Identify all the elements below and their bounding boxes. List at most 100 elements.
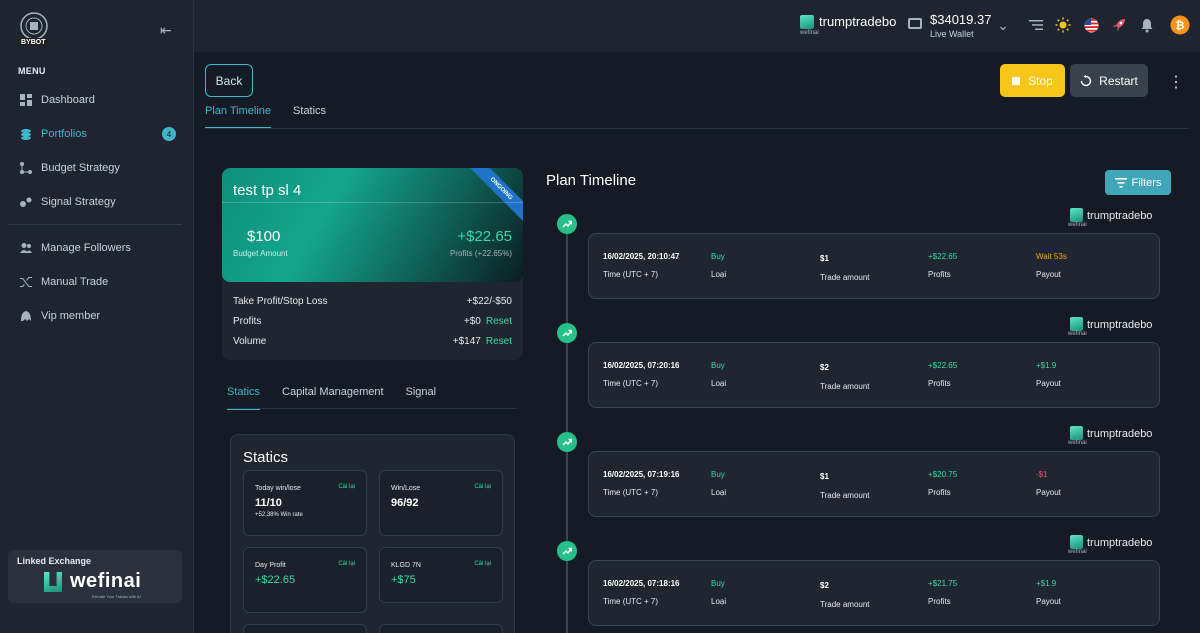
timeline-username: trumptradebo <box>1087 537 1153 549</box>
stop-button[interactable]: Stop <box>1000 64 1065 97</box>
sidebar-item-portfolios[interactable]: Portfolios 4 <box>20 127 180 141</box>
wefinai-logo-icon <box>1070 208 1083 222</box>
trade-profit-label: Profits <box>928 270 951 279</box>
stat-reset-button[interactable]: Cài lại <box>474 561 491 567</box>
sidebar-item-label: Budget Strategy <box>41 162 120 174</box>
theme-sun-icon[interactable] <box>1054 16 1072 34</box>
collapse-sidebar-icon[interactable]: ⇤ <box>160 22 172 39</box>
timeline-username: trumptradebo <box>1087 210 1153 222</box>
back-button[interactable]: Back <box>205 64 253 97</box>
main-content: Back Stop Restart ⋮ Plan Timeline Static… <box>194 52 1200 633</box>
timeline-username: trumptradebo <box>1087 319 1153 331</box>
chevron-down-icon[interactable]: ⌄ <box>994 16 1012 34</box>
trade-type-label: Loại <box>711 379 727 388</box>
trade-amount: $2 <box>820 581 829 590</box>
sidebar-item-vip-member[interactable]: Vip member <box>20 310 180 322</box>
tab-plan-timeline[interactable]: Plan Timeline <box>205 105 272 129</box>
timeline-user: wefinai trumptradebo <box>1068 317 1153 337</box>
reset-volume-button[interactable]: Reset <box>486 336 512 347</box>
trade-time-label: Time (UTC + 7) <box>603 379 659 388</box>
wallet-icon <box>908 18 922 29</box>
plan-row-label: Volume <box>233 336 267 347</box>
trade-datetime: 16/02/2025, 07:19:16 <box>603 470 680 479</box>
trade-card[interactable]: 16/02/2025, 07:19:16 Time (UTC + 7) Buy Loạ… <box>588 451 1160 517</box>
us-flag-icon[interactable] <box>1082 16 1100 34</box>
timeline-title: Plan Timeline <box>546 172 637 189</box>
trade-type-label: Loại <box>711 597 727 606</box>
linked-exchange-card[interactable]: Linked Exchange wefinai Elevate Your Tra… <box>8 550 182 603</box>
vip-icon <box>21 311 31 321</box>
sidebar-item-signal-strategy[interactable]: Signal Strategy <box>20 196 180 208</box>
trade-payout: +$1.9 <box>1036 579 1057 588</box>
plan-card: test tp sl 4 ONGOING $100 Budget Amount … <box>222 168 523 360</box>
timeline-user-brand: wefinai <box>1068 549 1087 555</box>
stat-value: 96/92 <box>391 497 419 509</box>
stat-reset-button[interactable]: Cài lại <box>338 484 355 490</box>
tabs-divider <box>205 128 1189 129</box>
statics-panel: Statics Today win/lose Cài lại 11/10 +52… <box>230 434 515 633</box>
restart-label: Restart <box>1099 73 1138 88</box>
trade-payout: -$1 <box>1036 470 1048 479</box>
sidebar-item-manual-trade[interactable]: Manual Trade <box>20 276 180 288</box>
restart-icon <box>1080 74 1092 86</box>
trade-datetime: 16/02/2025, 07:20:16 <box>603 361 680 370</box>
timeline-user-brand: wefinai <box>1068 331 1087 337</box>
sidebar-item-budget-strategy[interactable]: Budget Strategy <box>20 162 180 174</box>
trade-type-label: Loại <box>711 270 727 279</box>
trade-profit-label: Profits <box>928 379 951 388</box>
stat-value: +$22.65 <box>255 574 296 586</box>
bell-icon[interactable] <box>1138 16 1156 34</box>
wefinai-brand: wefinai <box>70 570 142 592</box>
subtab-signal[interactable]: Signal <box>406 386 437 410</box>
restart-button[interactable]: Restart <box>1070 64 1148 97</box>
filters-button[interactable]: Filters <box>1105 170 1171 195</box>
stat-card-today-win-lose: Today win/lose Cài lại 11/10 +52.38% Win… <box>243 470 367 536</box>
subtab-capital-management[interactable]: Capital Management <box>282 386 384 410</box>
sidebar-item-dashboard[interactable]: Dashboard <box>20 94 180 106</box>
profit-amount: +$22.65 <box>457 228 512 245</box>
plan-header-divider <box>222 202 523 203</box>
trade-payout-label: Payout <box>1036 597 1061 606</box>
account-switcher[interactable]: trumptradebo <box>800 14 896 29</box>
plan-row-volume: Volume +$147 Reset <box>233 336 512 347</box>
stat-reset-button[interactable]: Cài lại <box>474 484 491 490</box>
wallet-label: Live Wallet <box>930 29 974 39</box>
trade-type: Buy <box>711 361 725 370</box>
stat-value: +$75 <box>391 574 416 586</box>
trade-type-label: Loại <box>711 488 727 497</box>
portfolio-count-badge: 4 <box>162 127 176 141</box>
trade-profit: +$20.75 <box>928 470 958 479</box>
tab-statics[interactable]: Statics <box>293 105 326 129</box>
dashboard-icon <box>20 94 32 106</box>
linked-exchange-label: Linked Exchange <box>17 556 92 566</box>
more-options-icon[interactable]: ⋮ <box>1168 72 1184 92</box>
trade-card[interactable]: 16/02/2025, 07:18:16 Time (UTC + 7) Buy Loạ… <box>588 560 1160 626</box>
user-avatar-icon[interactable]: ₿ <box>1170 15 1190 35</box>
menu-lines-icon[interactable] <box>1027 16 1045 34</box>
trade-profit: +$22.65 <box>928 252 958 261</box>
timeline-user-brand: wefinai <box>1068 440 1087 446</box>
profit-label: Profits (+22.65%) <box>449 249 512 258</box>
trade-payout: Wait 53s <box>1036 252 1067 261</box>
trade-payout-label: Payout <box>1036 488 1061 497</box>
sidebar-item-manage-followers[interactable]: Manage Followers <box>20 242 180 254</box>
trade-profit-label: Profits <box>928 597 951 606</box>
budget-amount: $100 <box>247 228 281 245</box>
plan-row-label: Profits <box>233 316 262 327</box>
trade-type: Buy <box>711 252 725 261</box>
trade-type: Buy <box>711 579 725 588</box>
stat-title: Today win/lose <box>255 485 301 492</box>
trade-card[interactable]: 16/02/2025, 20:10:47 Time (UTC + 7) Buy Loạ… <box>588 233 1160 299</box>
reset-profits-button[interactable]: Reset <box>486 316 512 327</box>
stop-label: Stop <box>1028 73 1053 88</box>
wefinai-logo-icon <box>1070 317 1083 331</box>
stat-reset-button[interactable]: Cài lại <box>338 561 355 567</box>
budget-icon <box>20 162 32 174</box>
trade-profit-label: Profits <box>928 488 951 497</box>
subtab-statics[interactable]: Statics <box>227 386 261 410</box>
trade-amount: $1 <box>820 472 829 481</box>
trade-card[interactable]: 16/02/2025, 07:20:16 Time (UTC + 7) Buy Loạ… <box>588 342 1160 408</box>
trade-amount-label: Trade amount <box>820 382 870 391</box>
wefinai-logo-icon <box>1070 535 1083 549</box>
rocket-icon[interactable] <box>1110 16 1128 34</box>
